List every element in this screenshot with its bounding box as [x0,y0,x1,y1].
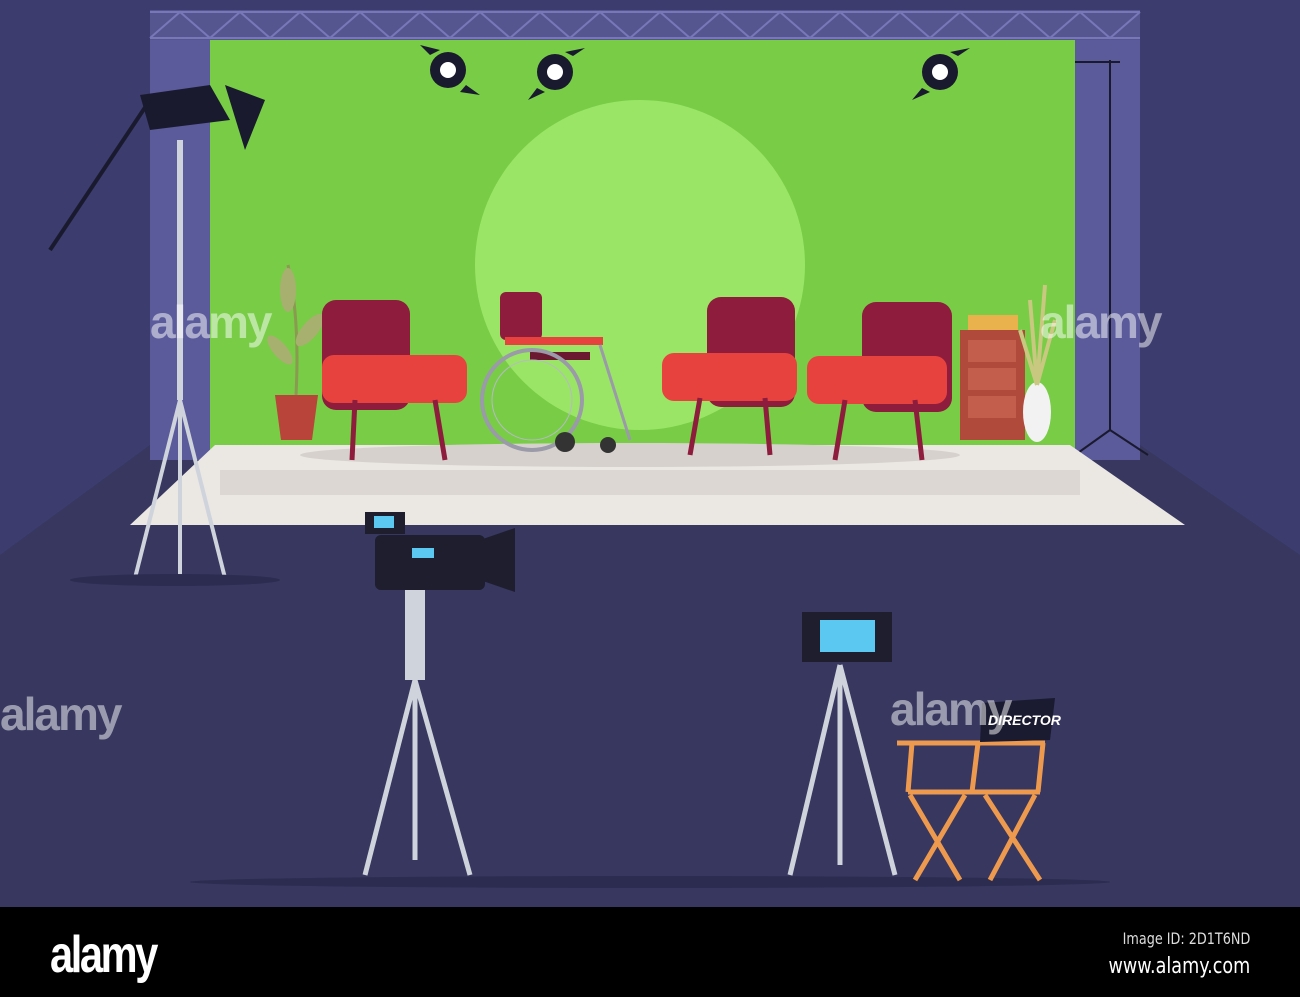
file-cabinet [960,315,1025,440]
image-id: Image ID: 2D1T6ND [1122,929,1250,948]
watermark-text: alamy [890,683,1013,735]
studio-scene: DIRECTOR alamy alamy alamy alamy [0,0,1300,907]
site-url: www.alamy.com [1108,954,1250,979]
watermark-text: alamy [150,296,273,348]
stage-step [220,470,1080,495]
alamy-logo: alamy [50,926,158,984]
footer-bar: alamy Image ID: 2D1T6ND www.alamy.com [0,907,1300,997]
watermark-text: alamy [0,688,123,740]
right-pillar [1075,10,1140,460]
studio-illustration: DIRECTOR alamy alamy alamy alamy alamy I… [0,0,1300,997]
watermark-text: alamy [1040,296,1163,348]
